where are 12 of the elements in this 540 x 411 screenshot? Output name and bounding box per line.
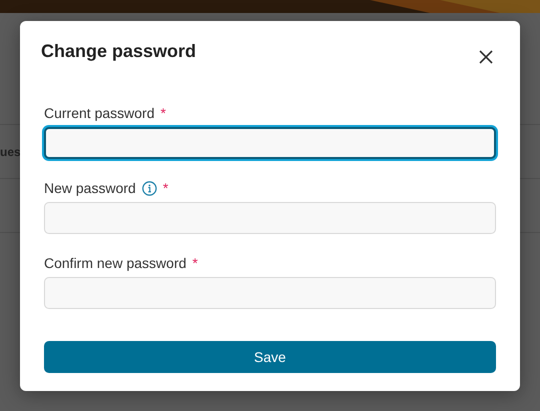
required-mark: * [162, 179, 168, 198]
field-label: New password [44, 179, 136, 198]
close-icon [479, 50, 493, 64]
info-icon[interactable] [142, 181, 157, 196]
field-label: Confirm new password [44, 254, 186, 273]
field-label: Current password [44, 104, 154, 123]
background-text: ues [0, 144, 21, 160]
required-mark: * [192, 254, 198, 273]
password-field[interactable] [44, 127, 496, 159]
save-button[interactable]: Save [44, 341, 496, 373]
required-mark: * [160, 104, 166, 123]
dialog-title: Change password [41, 41, 196, 63]
